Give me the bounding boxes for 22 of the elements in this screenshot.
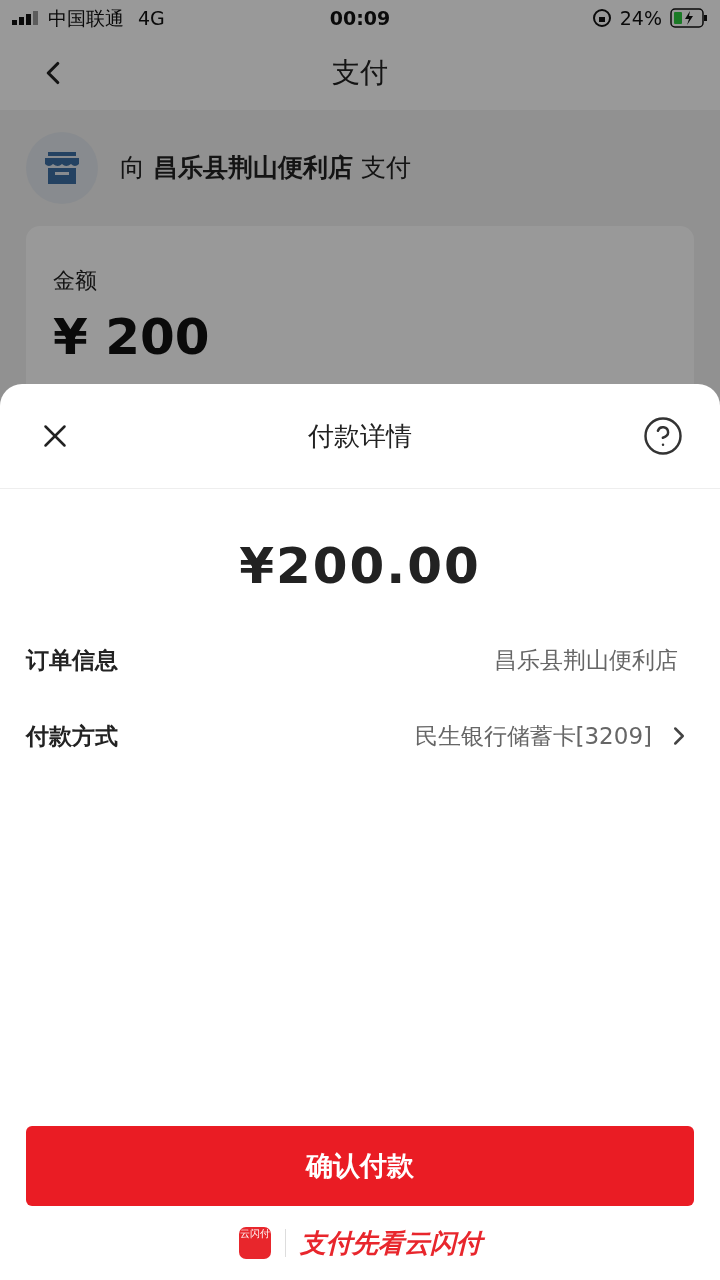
detail-value: 昌乐县荆山便利店 [494, 645, 678, 675]
time-text: 00:09 [329, 5, 391, 31]
help-button[interactable] [642, 415, 684, 457]
page-title: 支付 [332, 55, 388, 91]
battery-text: 24% [619, 5, 662, 31]
battery-icon [670, 8, 708, 28]
payment-amount: ¥200.00 [238, 536, 482, 597]
detail-label: 付款方式 [26, 721, 118, 751]
amount-label: 金额 [53, 267, 98, 295]
signal-icon [12, 11, 40, 25]
app-logo-text: 云闪付 [239, 1229, 270, 1239]
help-icon [642, 415, 684, 457]
detail-label: 订单信息 [26, 645, 118, 675]
amount-value: ¥ 200 [53, 307, 211, 367]
confirm-button[interactable]: 确认付款 [26, 1126, 694, 1206]
detail-value: 民生银行储蓄卡[3209] [414, 721, 652, 751]
carrier-text: 中国联通 [48, 5, 124, 31]
network-text: 4G [138, 5, 165, 31]
store-icon [45, 152, 79, 184]
merchant-text: 向 昌乐县荆山便利店 支付 [120, 152, 411, 185]
rotation-lock-icon [591, 8, 612, 28]
sheet-title: 付款详情 [308, 419, 412, 453]
